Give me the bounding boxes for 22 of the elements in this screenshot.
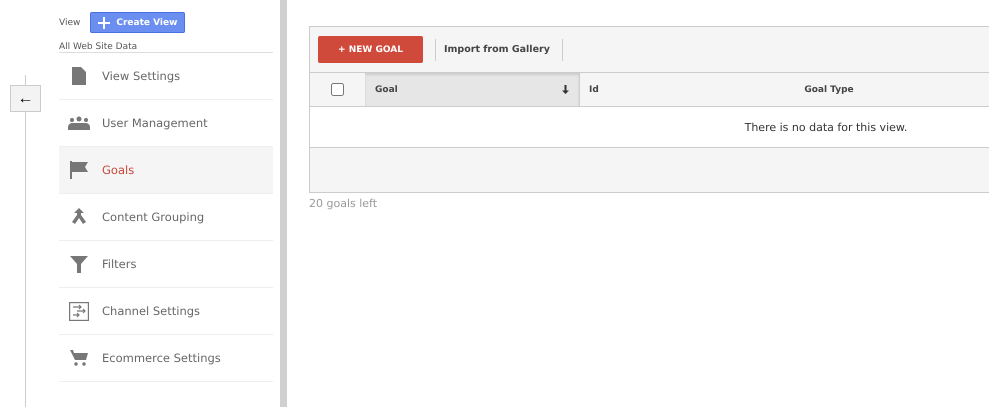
empty-message: There is no data for this view. [744, 120, 908, 134]
select-all-checkbox[interactable] [331, 83, 344, 96]
create-view-button[interactable]: Create View [90, 12, 186, 33]
document-icon [72, 67, 86, 85]
import-link[interactable]: Import from Gallery [444, 44, 550, 55]
sort-arrow-icon [562, 85, 569, 94]
filter-icon [70, 256, 88, 272]
column-header[interactable]: Id [579, 73, 679, 106]
people-icon [68, 116, 90, 130]
goals-left-text: 20 goals left [309, 197, 378, 210]
nav-item[interactable]: Goals [59, 147, 273, 194]
view-label: View [59, 18, 80, 28]
plus-icon [98, 16, 110, 28]
column-header[interactable]: Goal [365, 73, 579, 106]
column-header[interactable]: Goal Type [679, 73, 979, 106]
view-name: All Web Site Data [59, 42, 138, 52]
merge-icon [71, 208, 87, 226]
channel-icon [69, 302, 89, 320]
new-goal-button[interactable]: + NEW GOAL [318, 36, 423, 63]
cart-icon [70, 350, 88, 366]
back-button[interactable]: ← [10, 85, 41, 112]
flag-icon [70, 161, 88, 179]
